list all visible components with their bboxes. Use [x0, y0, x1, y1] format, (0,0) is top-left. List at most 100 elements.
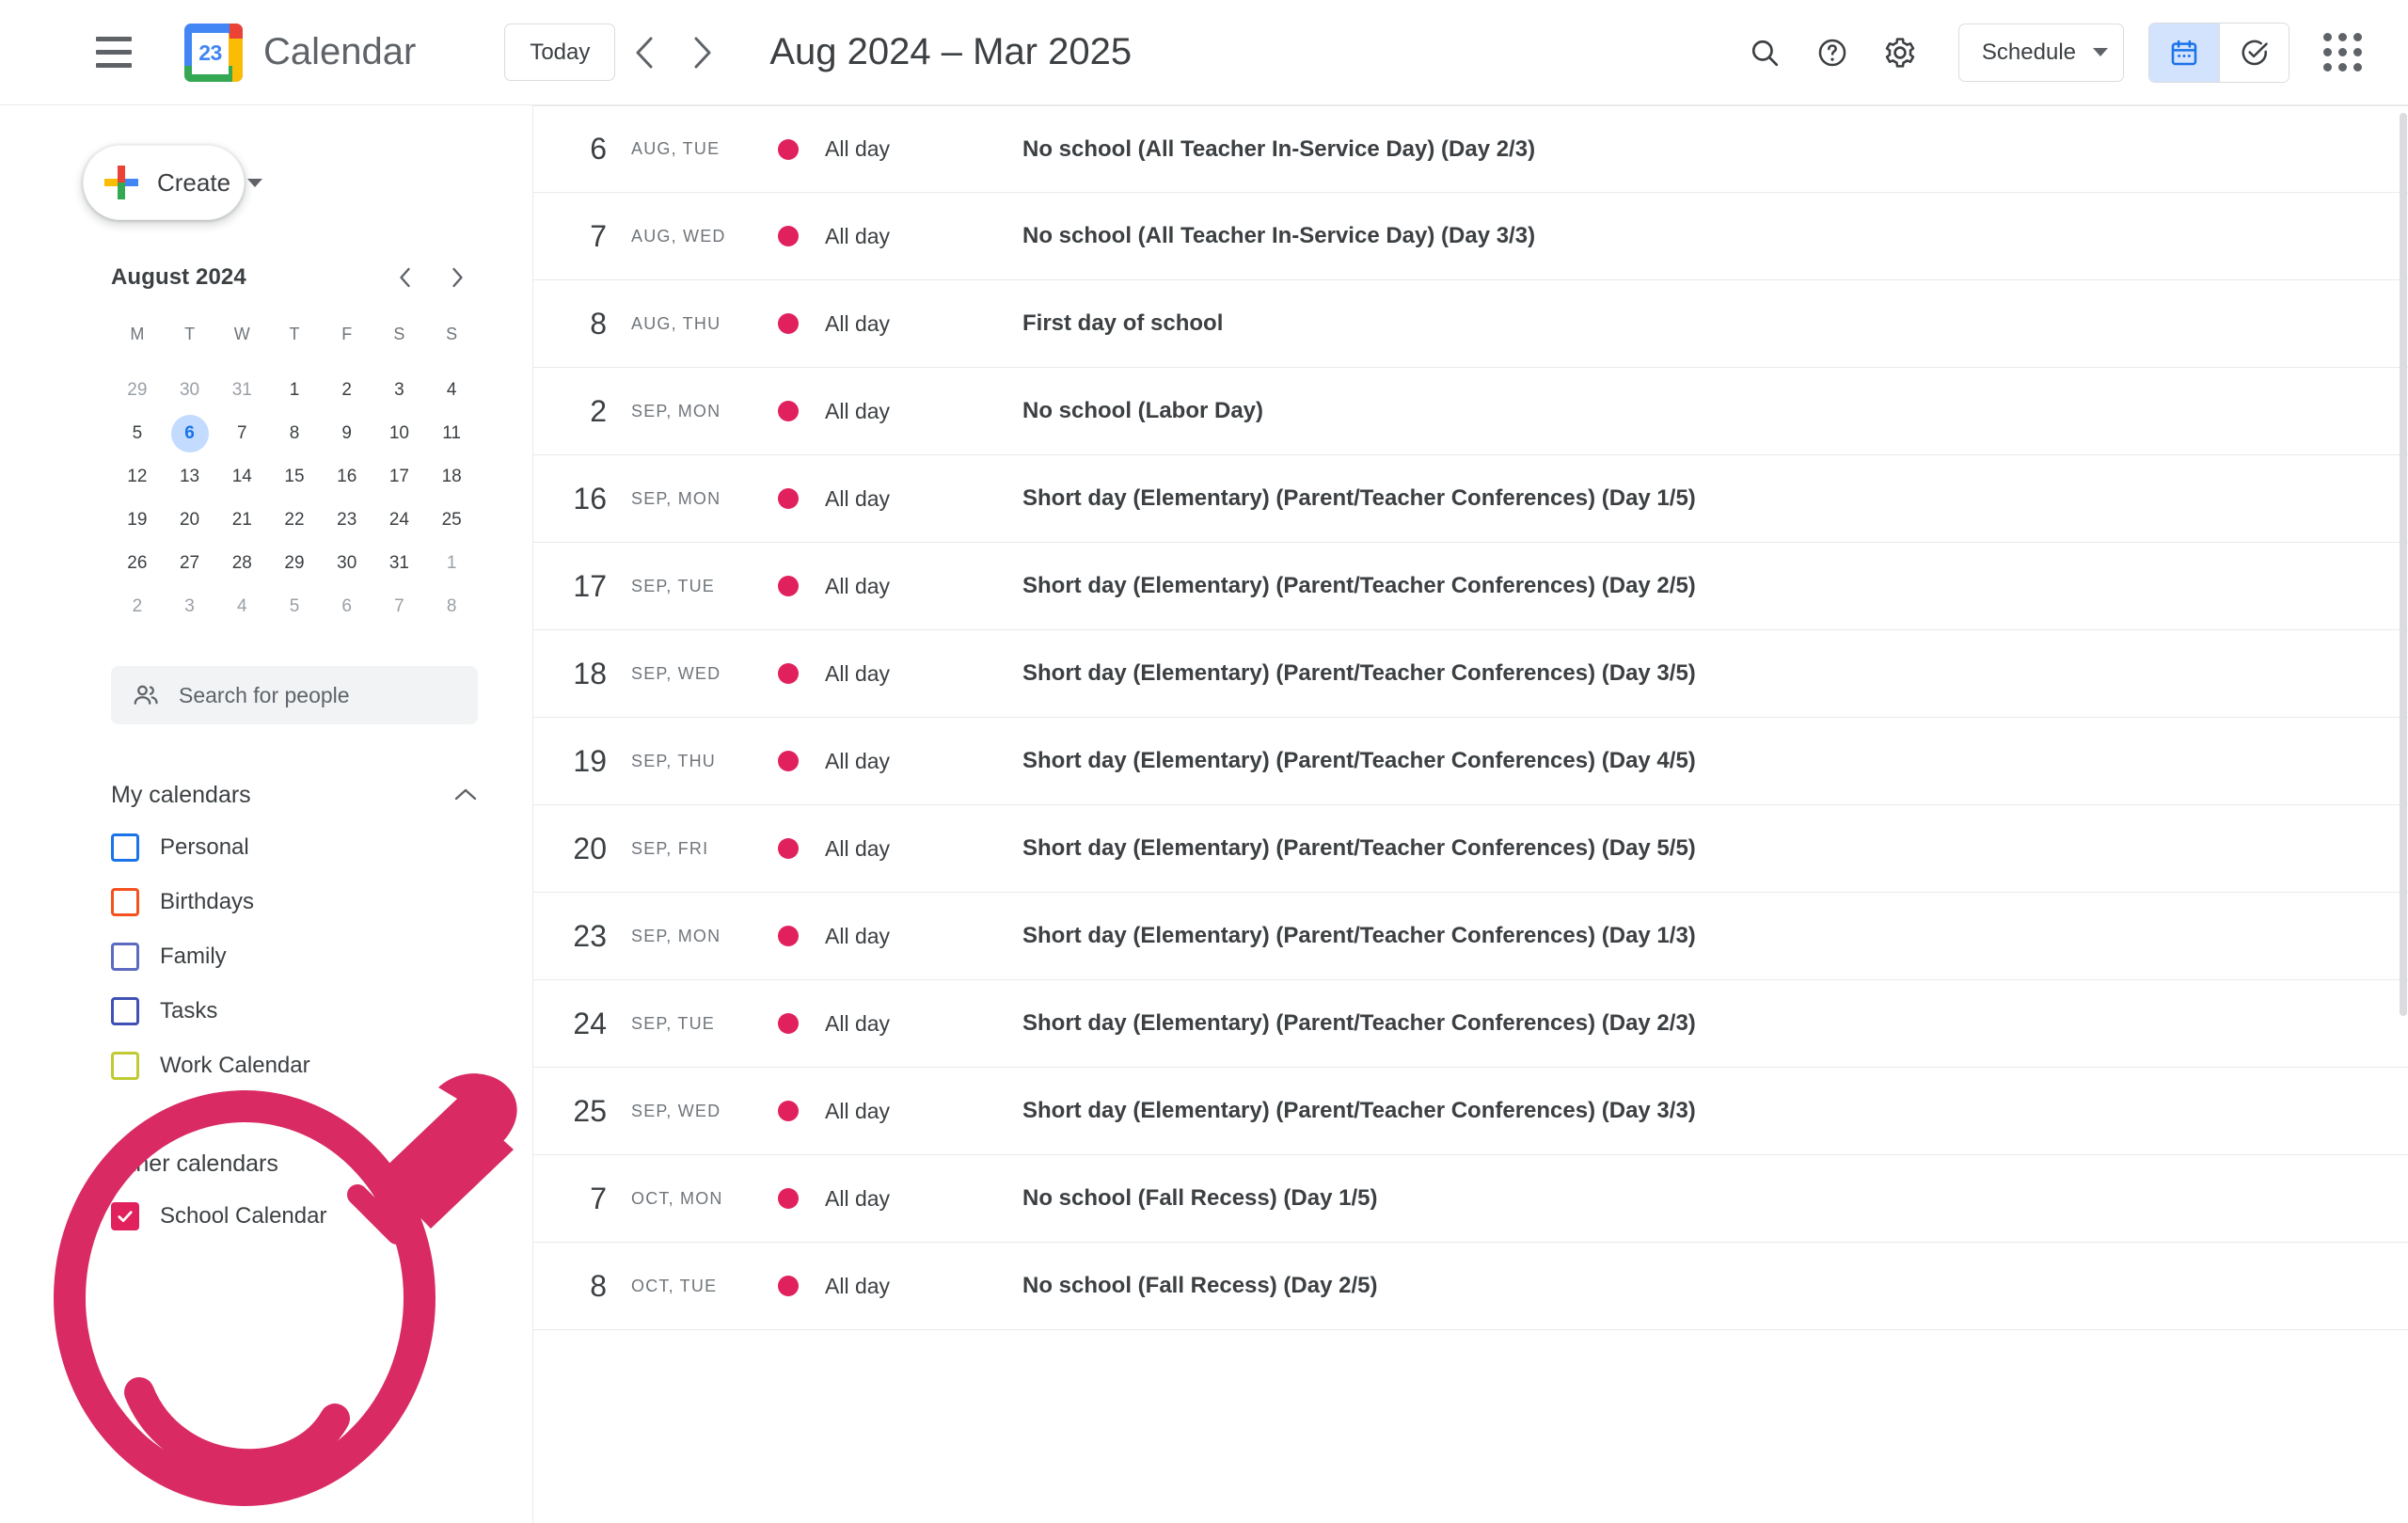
mini-calendar-day[interactable]: 11 [425, 412, 478, 455]
event-row[interactable]: 2 SEP, MON All day No school (Labor Day) [533, 368, 2408, 455]
mini-calendar-day[interactable]: 30 [164, 369, 216, 412]
calendar-list-item[interactable]: Work Calendar [111, 1039, 487, 1093]
event-time-label: All day [825, 1185, 891, 1211]
other-calendars-section-header[interactable]: Other calendars + [111, 1138, 478, 1189]
event-row[interactable]: 19 SEP, THU All day Short day (Elementary) … [533, 718, 2408, 805]
event-row[interactable]: 7 OCT, MON All day No school (Fall Recess) … [533, 1155, 2408, 1243]
event-row[interactable]: 24 SEP, TUE All day Short day (Elementary) … [533, 980, 2408, 1068]
mini-calendar-day[interactable]: 9 [321, 412, 373, 455]
apps-grid-icon[interactable] [2310, 21, 2374, 85]
mini-calendar-day[interactable]: 27 [164, 542, 216, 585]
mini-calendar-weekday: S [393, 324, 405, 343]
mini-calendar-day[interactable]: 15 [268, 455, 321, 499]
mini-calendar-day[interactable]: 7 [373, 585, 426, 628]
mini-calendar-day[interactable]: 3 [164, 585, 216, 628]
mini-calendar-day[interactable]: 24 [373, 499, 426, 542]
mini-calendar-day[interactable]: 3 [373, 369, 426, 412]
calendar-list-item[interactable]: Tasks [111, 984, 487, 1039]
hamburger-menu-icon[interactable] [77, 16, 150, 89]
mini-calendar-day[interactable]: 5 [268, 585, 321, 628]
today-button[interactable]: Today [504, 24, 616, 81]
mini-calendar-day[interactable]: 16 [321, 455, 373, 499]
mini-calendar-day[interactable]: 31 [373, 542, 426, 585]
mini-calendar-day[interactable]: 10 [373, 412, 426, 455]
view-selector-dropdown[interactable]: Schedule [1957, 23, 2124, 82]
mini-calendar-day[interactable]: 14 [215, 455, 268, 499]
vertical-scrollbar[interactable] [2397, 105, 2408, 1523]
event-row[interactable]: 6 AUG, TUE All day No school (All Teacher I… [533, 105, 2408, 193]
search-icon[interactable] [1731, 19, 1798, 87]
mini-calendar-day[interactable]: 5 [111, 412, 164, 455]
mini-calendar-day[interactable]: 31 [215, 369, 268, 412]
event-row[interactable]: 18 SEP, WED All day Short day (Elementary) … [533, 630, 2408, 718]
mini-calendar-day-number: 20 [179, 510, 200, 530]
mini-calendar-day[interactable]: 30 [321, 542, 373, 585]
checkbox-unchecked[interactable] [111, 888, 139, 916]
event-row[interactable]: 8 OCT, TUE All day No school (Fall Recess) … [533, 1243, 2408, 1330]
my-calendars-section-header[interactable]: My calendars [111, 769, 478, 820]
mini-calendar-day[interactable]: 21 [215, 499, 268, 542]
mini-calendar-weekday: F [341, 324, 353, 343]
mini-calendar-next-button[interactable] [436, 257, 478, 298]
mini-calendar-day[interactable]: 22 [268, 499, 321, 542]
checkbox-unchecked[interactable] [111, 833, 139, 862]
mini-calendar-day-selected[interactable]: 6 [164, 412, 216, 455]
event-time-label: All day [825, 485, 891, 511]
mini-calendar-day[interactable]: 29 [268, 542, 321, 585]
event-row[interactable]: 16 SEP, MON All day Short day (Elementary) … [533, 455, 2408, 543]
mini-calendar-day[interactable]: 1 [425, 542, 478, 585]
mini-calendar-nav [384, 257, 478, 298]
mini-calendar-day[interactable]: 20 [164, 499, 216, 542]
mini-calendar-day[interactable]: 17 [373, 455, 426, 499]
calendar-list-item[interactable]: Family [111, 929, 487, 984]
mini-calendar-day[interactable]: 8 [425, 585, 478, 628]
mini-calendar-day[interactable]: 26 [111, 542, 164, 585]
gear-icon[interactable] [1866, 19, 1934, 87]
event-row[interactable]: 23 SEP, MON All day Short day (Elementary) … [533, 893, 2408, 980]
mini-calendar-day[interactable]: 25 [425, 499, 478, 542]
calendar-view-toggle[interactable] [2149, 23, 2219, 82]
mini-calendar-day[interactable]: 8 [268, 412, 321, 455]
mini-calendar-weekday: T [184, 324, 196, 343]
mini-calendar-day[interactable]: 12 [111, 455, 164, 499]
mini-calendar-day[interactable]: 6 [321, 585, 373, 628]
search-for-people-input[interactable]: Search for people [111, 666, 478, 724]
mini-calendar-day[interactable]: 13 [164, 455, 216, 499]
mini-calendar-day[interactable]: 18 [425, 455, 478, 499]
checkbox-unchecked[interactable] [111, 997, 139, 1025]
google-calendar-logo-icon[interactable]: 23 [184, 23, 243, 82]
mini-calendar-day[interactable]: 2 [321, 369, 373, 412]
mini-calendar-day[interactable]: 29 [111, 369, 164, 412]
mini-calendar-day[interactable]: 4 [425, 369, 478, 412]
checkbox-checked[interactable] [111, 1202, 139, 1230]
calendar-list-item[interactable]: Birthdays [111, 875, 487, 929]
mini-calendar-day[interactable]: 28 [215, 542, 268, 585]
chevron-down-icon [2093, 48, 2108, 56]
checkbox-unchecked[interactable] [111, 943, 139, 971]
mini-calendar-prev-button[interactable] [384, 257, 425, 298]
chevron-down-icon [247, 178, 263, 187]
event-row[interactable]: 8 AUG, THU All day First day of school [533, 280, 2408, 368]
calendar-list-item[interactable]: School Calendar [111, 1189, 487, 1244]
mini-calendar-day[interactable]: 4 [215, 585, 268, 628]
event-row[interactable]: 17 SEP, TUE All day Short day (Elementary) … [533, 543, 2408, 630]
event-row[interactable]: 20 SEP, FRI All day Short day (Elementary) … [533, 805, 2408, 893]
next-period-button[interactable] [673, 24, 732, 82]
help-circle-icon[interactable] [1798, 19, 1866, 87]
mini-calendar-day[interactable]: 23 [321, 499, 373, 542]
mini-calendar-day[interactable]: 2 [111, 585, 164, 628]
event-row[interactable]: 7 AUG, WED All day No school (All Teacher I… [533, 193, 2408, 280]
create-button[interactable]: Create [83, 145, 263, 220]
mini-calendar-day[interactable]: 1 [268, 369, 321, 412]
mini-calendar-day-number: 30 [179, 380, 200, 400]
calendar-list-item[interactable]: Personal [111, 820, 487, 875]
scrollbar-thumb[interactable] [2400, 113, 2407, 1016]
event-row[interactable]: 25 SEP, WED All day Short day (Elementary) … [533, 1068, 2408, 1155]
checkbox-unchecked[interactable] [111, 1052, 139, 1080]
plus-icon[interactable]: + [459, 1148, 478, 1180]
previous-period-button[interactable] [615, 24, 673, 82]
mini-calendar-day[interactable]: 19 [111, 499, 164, 542]
view-selector-label: Schedule [1981, 39, 2076, 65]
tasks-view-toggle[interactable] [2219, 23, 2289, 82]
mini-calendar-day[interactable]: 7 [215, 412, 268, 455]
